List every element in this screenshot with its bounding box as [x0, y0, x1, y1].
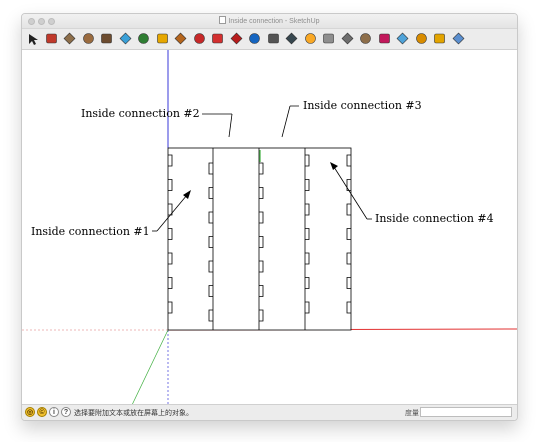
- push-pull-tool-icon[interactable]: [119, 32, 132, 45]
- credits-icon[interactable]: ©: [37, 407, 47, 417]
- pan-tool-icon[interactable]: [267, 32, 280, 45]
- materials-tool-icon[interactable]: [452, 32, 465, 45]
- move-tool-icon[interactable]: [193, 32, 206, 45]
- label-inside-connection-2[interactable]: Inside connection #2: [81, 107, 200, 120]
- leader-2-drop: [228, 113, 233, 138]
- circle-tool-icon[interactable]: [82, 32, 95, 45]
- status-bar: ◎ © i ? 选择要附加文本或放在屏幕上的对象。 度量: [22, 404, 517, 420]
- title-bar: Inside connection - SketchUp: [22, 14, 517, 29]
- paint-bucket-tool-icon[interactable]: [174, 32, 187, 45]
- model-outline: [167, 147, 352, 331]
- label-inside-connection-4[interactable]: Inside connection #4: [375, 212, 494, 225]
- sketchup-window: Inside connection - SketchUp Inside conn…: [21, 13, 518, 421]
- green-axis-positive: [131, 329, 169, 405]
- pencil-tool-icon[interactable]: [45, 32, 58, 45]
- label-inside-connection-3[interactable]: Inside connection #3: [303, 99, 422, 112]
- window-title-wrap: Inside connection - SketchUp: [22, 16, 517, 25]
- user-info-icon[interactable]: i: [49, 407, 59, 417]
- zoom-tool-icon[interactable]: [285, 32, 298, 45]
- measurements-input[interactable]: [420, 407, 512, 417]
- position-camera-tool-icon[interactable]: [415, 32, 428, 45]
- walk-tool-icon[interactable]: [378, 32, 391, 45]
- look-around-tool-icon[interactable]: [396, 32, 409, 45]
- text-tool-icon[interactable]: [341, 32, 354, 45]
- document-icon: [219, 16, 227, 24]
- rectangle-tool-icon[interactable]: [63, 32, 76, 45]
- box-model[interactable]: [167, 147, 352, 331]
- window-title: Inside connection - SketchUp: [228, 18, 320, 25]
- status-hint: 选择要附加文本或放在屏幕上的对象。: [74, 410, 193, 417]
- help-icon[interactable]: ?: [61, 407, 71, 417]
- orbit-tool-icon[interactable]: [248, 32, 261, 45]
- arc-tool-icon[interactable]: [100, 32, 113, 45]
- follow-me-tool-icon[interactable]: [156, 32, 169, 45]
- zoom-extents-tool-icon[interactable]: [304, 32, 317, 45]
- components-tool-icon[interactable]: [433, 32, 446, 45]
- offset-tool-icon[interactable]: [137, 32, 150, 45]
- measurements-label: 度量: [405, 410, 419, 417]
- rotate-tool-icon[interactable]: [211, 32, 224, 45]
- leader-3-drop: [281, 105, 291, 138]
- model-view[interactable]: Inside connection #2 Inside connection #…: [22, 50, 517, 405]
- scale-tool-icon[interactable]: [230, 32, 243, 45]
- dimension-tool-icon[interactable]: [359, 32, 372, 45]
- drawing-canvas[interactable]: Inside connection #2 Inside connection #…: [22, 50, 517, 405]
- section-plane-tool-icon[interactable]: [322, 32, 335, 45]
- label-inside-connection-1[interactable]: Inside connection #1: [31, 225, 150, 238]
- geo-location-icon[interactable]: ◎: [25, 407, 35, 417]
- toolbar: [22, 29, 517, 50]
- select-tool-icon[interactable]: [26, 32, 39, 45]
